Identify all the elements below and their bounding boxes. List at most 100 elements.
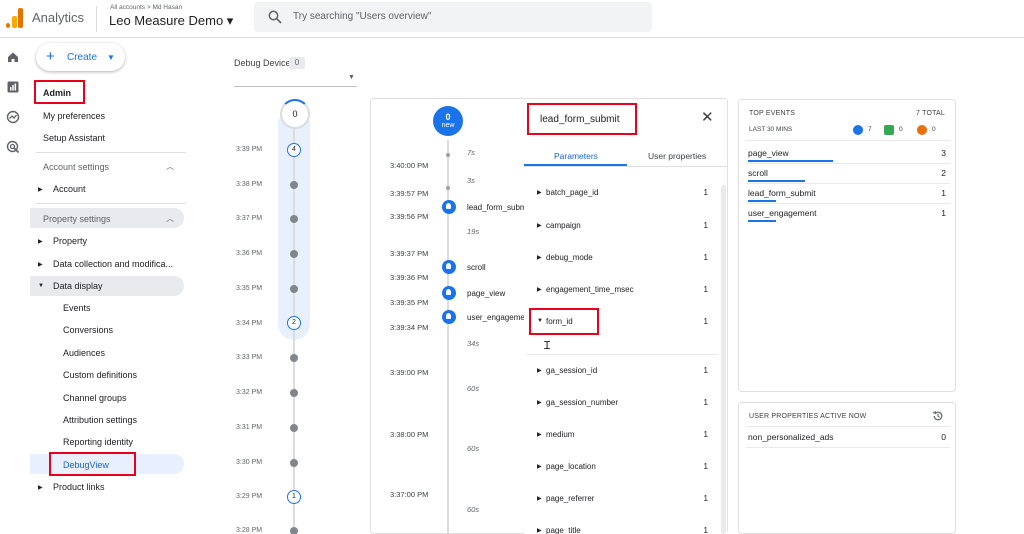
minute-dot[interactable]: [290, 181, 298, 189]
tab-user-properties[interactable]: User properties: [648, 151, 706, 161]
account-settings-header[interactable]: Account settings: [43, 162, 109, 172]
sidebar-item-reporting-identity[interactable]: Reporting identity: [63, 437, 133, 447]
second-label: 3:39:56 PM: [390, 212, 429, 221]
minute-dot[interactable]: [290, 285, 298, 293]
expand-arrow-icon[interactable]: ▶: [38, 238, 43, 245]
sidebar-item-attribution-settings[interactable]: Attribution settings: [63, 415, 137, 425]
sidebar-item-custom-definitions[interactable]: Custom definitions: [63, 370, 137, 380]
expand-arrow-icon[interactable]: ▶: [537, 222, 542, 229]
sidebar-item-events[interactable]: Events: [63, 303, 91, 313]
event-page-view[interactable]: page_view: [467, 289, 505, 298]
chevron-up-icon[interactable]: ︿: [166, 213, 174, 224]
param-ga-session-id[interactable]: ga_session_id: [546, 366, 597, 375]
reports-icon[interactable]: [6, 80, 20, 94]
param-ga-session-number[interactable]: ga_session_number: [546, 398, 618, 407]
param-campaign[interactable]: campaign: [546, 221, 581, 230]
minute-label: 3:38 PM: [236, 181, 263, 188]
analytics-logo-icon[interactable]: [6, 8, 24, 28]
expand-arrow-icon[interactable]: ▶: [38, 484, 43, 491]
param-batch-page-id[interactable]: batch_page_id: [546, 188, 599, 197]
minute-dot[interactable]: [290, 250, 298, 258]
params-scrollbar[interactable]: [721, 185, 726, 534]
sidebar-item-channel-groups[interactable]: Channel groups: [63, 393, 127, 403]
advertising-icon[interactable]: [6, 140, 20, 154]
search-placeholder[interactable]: Try searching "Users overview": [293, 11, 431, 22]
minute-count-bubble[interactable]: 1: [287, 490, 301, 504]
property-settings-header[interactable]: Property settings: [43, 214, 111, 224]
second-label: 3:38:00 PM: [390, 430, 429, 439]
new-events-badge[interactable]: 0 new: [433, 106, 463, 136]
expand-arrow-icon[interactable]: ▶: [537, 527, 542, 534]
param-count: 1: [703, 398, 708, 407]
sidebar-item-data-collection[interactable]: Data collection and modifica...: [53, 259, 173, 269]
param-page-location[interactable]: page_location: [546, 462, 596, 471]
minute-label: 3:35 PM: [236, 285, 263, 292]
expand-arrow-icon[interactable]: ▶: [537, 286, 542, 293]
param-medium[interactable]: medium: [546, 430, 574, 439]
expand-arrow-icon[interactable]: ▶: [537, 189, 542, 196]
collapse-arrow-icon[interactable]: ▼: [38, 283, 44, 289]
card-divider: [746, 140, 950, 141]
minute-dot[interactable]: [290, 354, 298, 362]
user-property-name[interactable]: non_personalized_ads: [748, 432, 834, 442]
expand-arrow-icon[interactable]: ▶: [537, 495, 542, 502]
tab-parameters[interactable]: Parameters: [554, 151, 598, 161]
breadcrumb[interactable]: All accounts > Md Hasan: [110, 4, 182, 11]
expand-arrow-icon[interactable]: ▶: [38, 186, 43, 193]
sidebar-item-product-links[interactable]: Product links: [53, 482, 105, 492]
event-user-engagement[interactable]: user_engagement: [467, 313, 525, 322]
expand-arrow-icon[interactable]: ▶: [38, 261, 43, 268]
top-event-name[interactable]: page_view: [748, 148, 789, 158]
time-gap: 19s: [467, 227, 480, 236]
top-event-name[interactable]: scroll: [748, 168, 768, 178]
dropdown-arrow-icon[interactable]: ▼: [348, 74, 355, 81]
sidebar-item-conversions[interactable]: Conversions: [63, 325, 113, 335]
event-icon[interactable]: [442, 260, 456, 274]
sidebar-item-admin[interactable]: Admin: [43, 88, 71, 98]
expand-arrow-icon[interactable]: ▶: [537, 254, 542, 261]
top-event-name[interactable]: lead_form_submit: [748, 188, 816, 198]
sidebar-item-data-display[interactable]: Data display: [53, 281, 103, 291]
param-count: 1: [703, 285, 708, 294]
minute-count-bubble[interactable]: 2: [287, 316, 301, 330]
top-event-name[interactable]: user_engagement: [748, 208, 817, 218]
event-lead-form-submit[interactable]: lead_form_submit: [467, 203, 525, 212]
minute-dot[interactable]: [290, 215, 298, 223]
legend-count: 0: [932, 126, 936, 133]
sidebar-item-property[interactable]: Property: [53, 236, 87, 246]
param-form-id[interactable]: form_id: [546, 317, 573, 326]
legend-count: 7: [868, 126, 872, 133]
explore-icon[interactable]: [6, 110, 20, 124]
history-icon[interactable]: [932, 410, 944, 422]
param-debug-mode[interactable]: debug_mode: [546, 253, 593, 262]
expand-arrow-icon[interactable]: ▶: [537, 431, 542, 438]
param-page-referrer[interactable]: page_referrer: [546, 494, 594, 503]
chevron-up-icon[interactable]: ︿: [166, 161, 174, 172]
minute-dot[interactable]: [290, 459, 298, 467]
expand-arrow-icon[interactable]: ▶: [537, 399, 542, 406]
sidebar-item-setup-assistant[interactable]: Setup Assistant: [43, 133, 105, 143]
sidebar-item-my-preferences[interactable]: My preferences: [43, 111, 105, 121]
minute-count-bubble[interactable]: 4: [287, 143, 301, 157]
collapse-arrow-icon[interactable]: ▼: [537, 318, 543, 324]
param-page-title[interactable]: page_title: [546, 526, 581, 534]
sidebar-item-account[interactable]: Account: [53, 184, 86, 194]
home-icon[interactable]: [6, 50, 20, 64]
expand-arrow-icon[interactable]: ▶: [537, 367, 542, 374]
sidebar-item-debugview[interactable]: DebugView: [63, 460, 109, 470]
expand-arrow-icon[interactable]: ▶: [537, 463, 542, 470]
sidebar-divider: [36, 152, 186, 153]
sidebar-item-audiences[interactable]: Audiences: [63, 348, 105, 358]
second-label: 3:39:57 PM: [390, 189, 429, 198]
event-icon[interactable]: [442, 200, 456, 214]
minute-dot[interactable]: [290, 527, 298, 534]
close-icon[interactable]: ✕: [701, 110, 714, 125]
minute-dot[interactable]: [290, 389, 298, 397]
property-selector[interactable]: Leo Measure Demo ▾: [109, 13, 233, 29]
event-icon[interactable]: [442, 286, 456, 300]
debug-device-select[interactable]: [234, 86, 357, 87]
minute-dot[interactable]: [290, 424, 298, 432]
param-engagement-time-msec[interactable]: engagement_time_msec: [546, 285, 634, 294]
event-icon[interactable]: [442, 310, 456, 324]
event-scroll[interactable]: scroll: [467, 263, 486, 272]
